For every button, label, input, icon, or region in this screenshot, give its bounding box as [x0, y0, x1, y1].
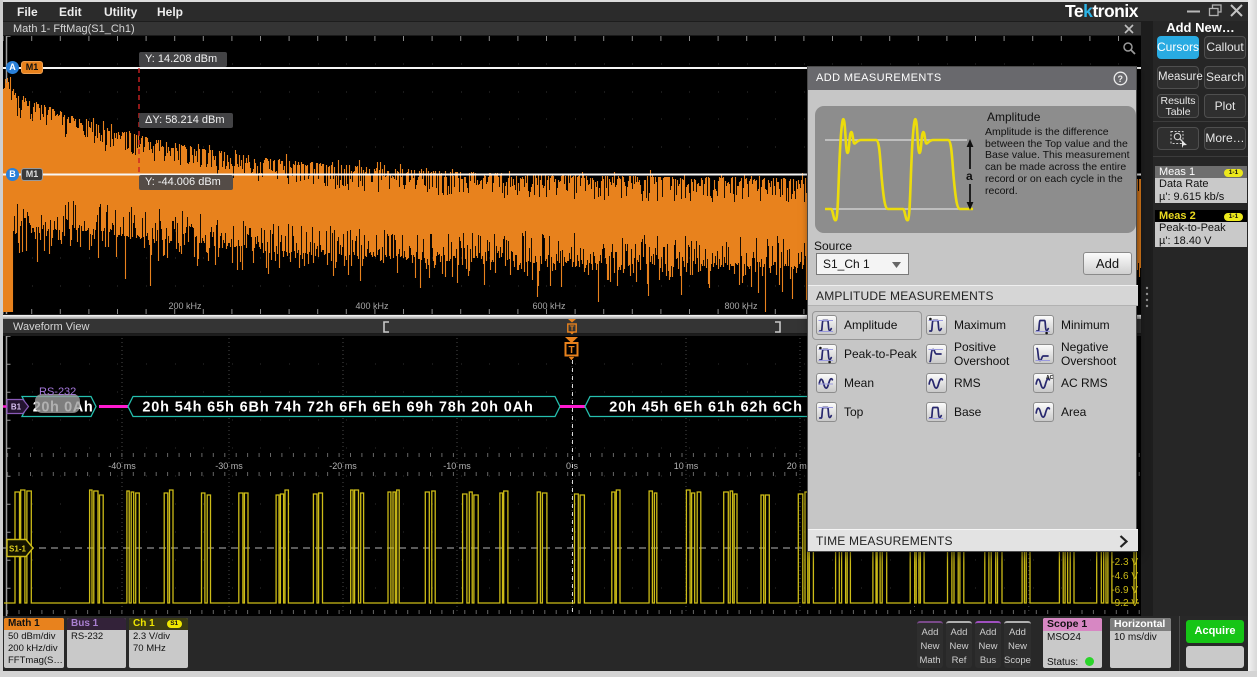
- svg-text:S1-1: S1-1: [9, 545, 26, 554]
- svg-text:B1: B1: [11, 403, 22, 412]
- svg-text:AC: AC: [1046, 375, 1054, 381]
- svg-text:20h 45h 6Eh 61h 62h 6Ch: 20h 45h 6Eh 61h 62h 6Ch: [609, 400, 803, 416]
- svg-text:T: T: [568, 345, 574, 356]
- svg-text:T: T: [570, 324, 575, 333]
- svg-text:20h 54h 65h 6Bh 74h 72h 6Fh 6E: 20h 54h 65h 6Bh 74h 72h 6Fh 6Eh 69h 78h …: [142, 400, 533, 416]
